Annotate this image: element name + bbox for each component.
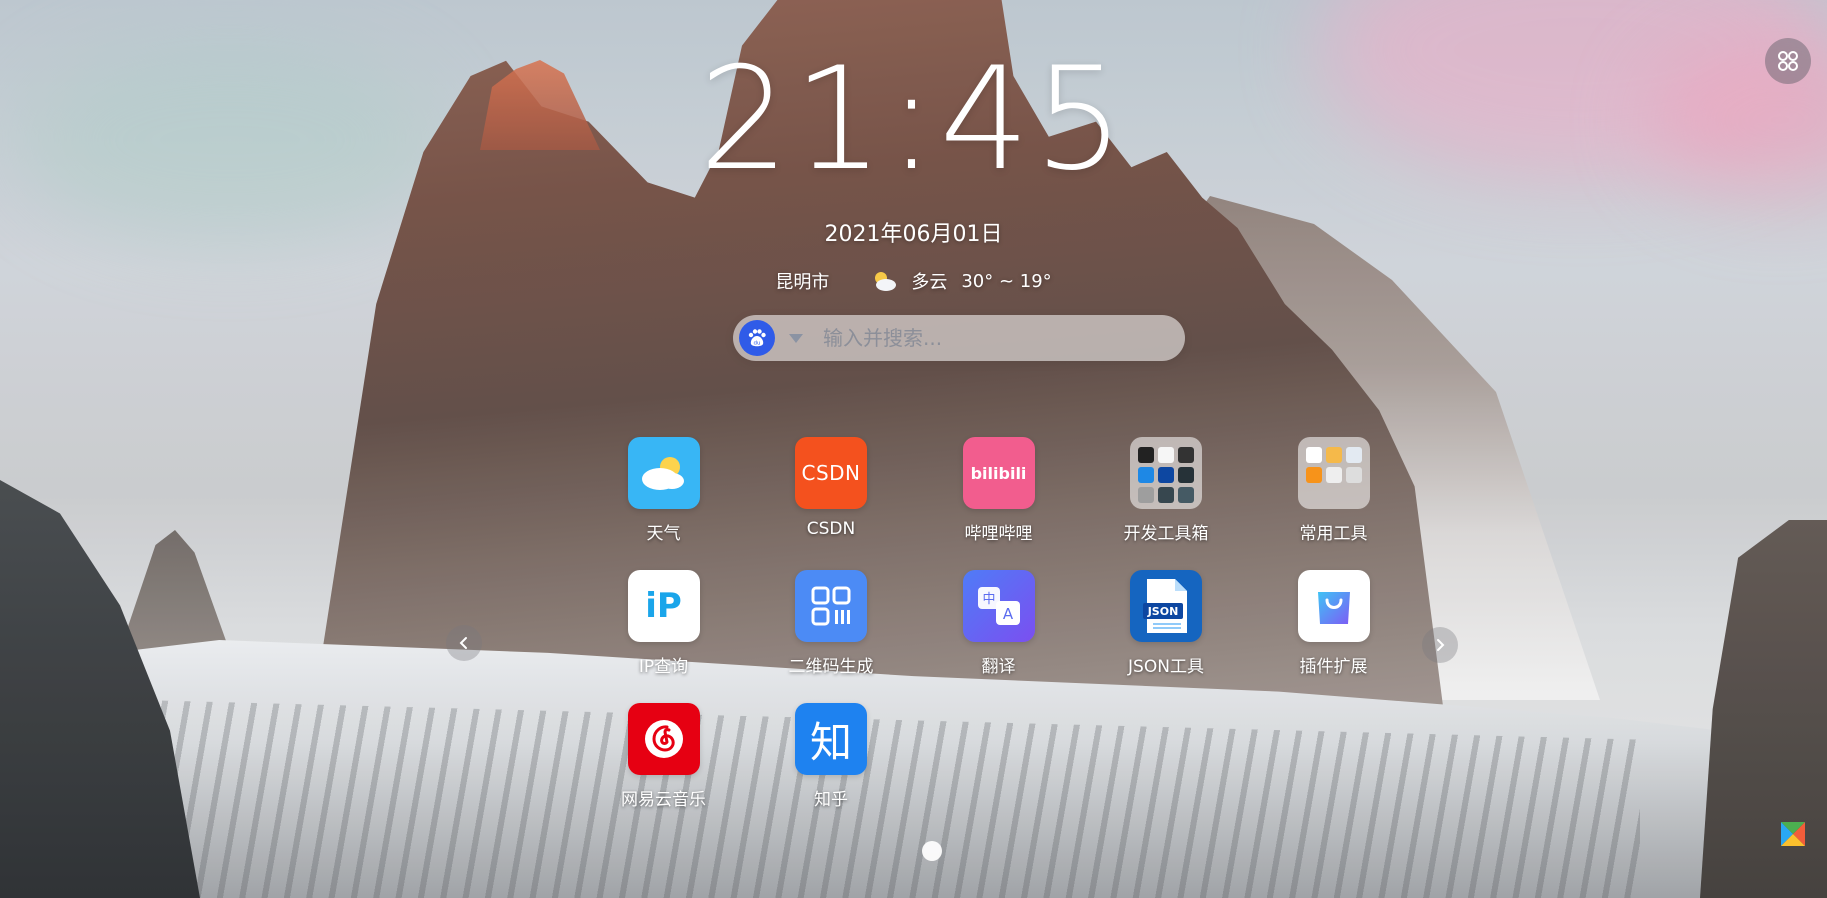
app-tile-extensions[interactable]: 插件扩展 [1250, 570, 1417, 677]
folder-icon[interactable] [1130, 437, 1202, 509]
app-label: JSON工具 [1128, 657, 1204, 677]
app-label: 网易云音乐 [621, 790, 706, 810]
app-tile-zhihu[interactable]: 知 知乎 [748, 703, 915, 810]
app-label: IP查询 [638, 657, 689, 677]
app-logo-icon[interactable] [1779, 820, 1807, 848]
app-label: 哔哩哔哩 [964, 524, 1033, 544]
app-label: 二维码生成 [788, 657, 874, 677]
bilibili-icon[interactable]: bilibili [962, 437, 1035, 509]
weather-temperature: 30° ~ 19° [961, 270, 1052, 292]
chevron-left-icon [459, 637, 467, 649]
netease-music-icon[interactable] [627, 703, 700, 775]
weather-condition: 多云 [911, 272, 948, 293]
app-tile-dev-toolbox[interactable]: 开发工具箱 [1083, 437, 1250, 544]
chevron-right-icon [1437, 639, 1445, 651]
zhihu-icon[interactable]: 知 [795, 703, 867, 775]
page-indicator-dot[interactable] [922, 841, 942, 861]
folder-icon[interactable] [1297, 437, 1370, 509]
previous-page-button[interactable] [446, 625, 482, 661]
weather-icon[interactable] [627, 437, 700, 509]
json-logo-text: JSON [1147, 605, 1179, 618]
app-tile-weather[interactable]: 天气 [580, 437, 747, 544]
app-label: 开发工具箱 [1123, 524, 1209, 544]
app-tile-common-tools[interactable]: 常用工具 [1250, 437, 1417, 544]
app-label: 翻译 [981, 657, 1016, 677]
date: 2021年06月01日 [824, 222, 1003, 247]
app-label: 常用工具 [1299, 524, 1368, 544]
new-tab-page: 21:45 2021年06月01日 昆明市 多云 30° ~ 19° du 输入… [0, 0, 1827, 898]
translate-zh-glyph: 中 [982, 592, 995, 607]
app-tile-json-tool[interactable]: JSON JSON工具 [1083, 570, 1250, 677]
next-page-button[interactable] [1422, 627, 1458, 663]
app-tile-csdn[interactable]: CSDN CSDN [748, 437, 915, 544]
baidu-paw-icon: du [748, 329, 766, 347]
app-tile-netease-music[interactable]: 网易云音乐 [580, 703, 747, 810]
baidu-logo-text: du [754, 341, 761, 347]
app-tile-translate[interactable]: 中 A 翻译 [915, 570, 1082, 677]
clock: 21:45 [698, 37, 1129, 202]
weather-city: 昆明市 [775, 272, 830, 293]
baidu-icon[interactable]: du [739, 320, 775, 356]
app-tile-ip-lookup[interactable]: iP IP查询 [580, 570, 747, 677]
app-label: 插件扩展 [1299, 657, 1368, 677]
chevron-down-icon[interactable] [789, 333, 803, 343]
app-grid: 天气 CSDN CSDN bilibili 哔哩哔哩 开发工具箱 常用工具 iP… [580, 437, 1416, 810]
ip-icon[interactable]: iP [627, 570, 700, 642]
translate-en-glyph: A [1002, 605, 1013, 623]
shopping-bag-icon[interactable] [1297, 570, 1370, 642]
app-label: 天气 [646, 524, 681, 544]
translate-icon[interactable]: 中 A [962, 570, 1035, 642]
search-bar[interactable]: du [733, 315, 1185, 361]
json-icon[interactable]: JSON [1130, 570, 1202, 642]
partly-cloudy-icon [871, 270, 897, 292]
app-label: CSDN [806, 519, 856, 539]
weather-widget[interactable]: 昆明市 多云 30° ~ 19° [0, 268, 1827, 294]
app-label: 知乎 [814, 790, 848, 810]
search-input[interactable] [821, 325, 1165, 351]
bilibili-logo-text: bilibili [970, 463, 1027, 483]
app-tile-bilibili[interactable]: bilibili 哔哩哔哩 [915, 437, 1082, 544]
csdn-icon[interactable]: CSDN [795, 437, 867, 509]
zhihu-logo-text: 知 [809, 717, 852, 767]
ip-logo-text: iP [645, 586, 682, 626]
csdn-logo-text: CSDN [801, 461, 861, 485]
app-tile-qrcode[interactable]: 二维码生成 [748, 570, 915, 677]
qrcode-icon[interactable] [795, 570, 867, 642]
